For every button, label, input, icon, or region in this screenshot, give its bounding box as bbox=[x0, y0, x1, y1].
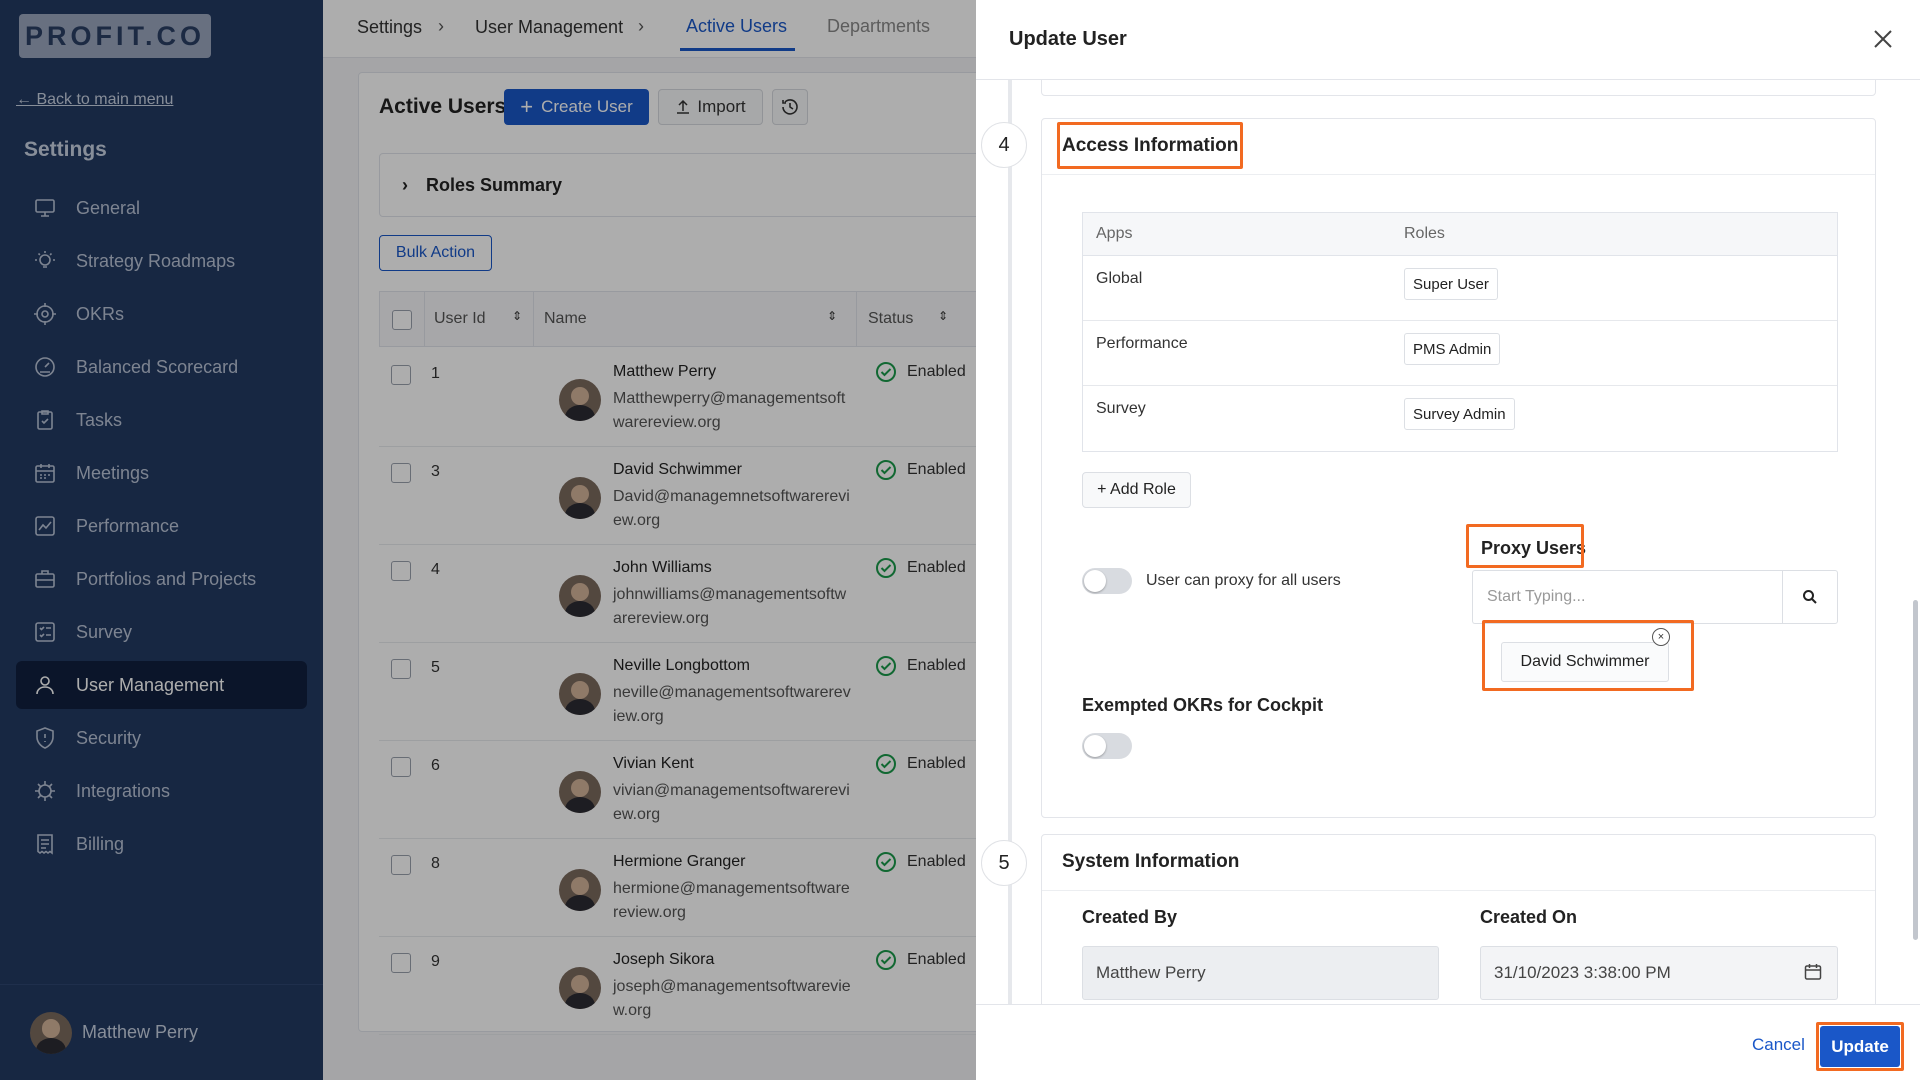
panel-scroll-area[interactable]: 4 Access Information Apps Roles Global S… bbox=[976, 80, 1920, 1004]
update-user-panel: Update User 4 Access Information Apps Ro… bbox=[976, 0, 1920, 1080]
section-header: System Information bbox=[1042, 835, 1875, 891]
modal-backdrop[interactable] bbox=[0, 0, 976, 1080]
column-roles: Roles bbox=[1404, 225, 1445, 242]
exempted-okrs-label: Exempted OKRs for Cockpit bbox=[1082, 695, 1324, 715]
table-row: Survey Survey Admin bbox=[1083, 386, 1837, 451]
previous-section bbox=[1041, 80, 1876, 96]
app-name: Performance bbox=[1096, 335, 1188, 352]
created-on-label: Created On bbox=[1480, 907, 1578, 927]
exempted-okrs-toggle[interactable] bbox=[1082, 733, 1132, 759]
highlight-box bbox=[1466, 524, 1584, 568]
cancel-button[interactable]: Cancel bbox=[1752, 1035, 1805, 1055]
role-chip[interactable]: Super User bbox=[1404, 268, 1498, 300]
app-name: Survey bbox=[1096, 400, 1146, 417]
panel-title: Update User bbox=[1009, 28, 1127, 50]
step-number: 5 bbox=[981, 840, 1027, 886]
roles-table-header: Apps Roles bbox=[1083, 213, 1837, 256]
highlight-box bbox=[1482, 620, 1694, 691]
add-role-button[interactable]: + Add Role bbox=[1082, 472, 1191, 508]
proxy-users-search-input[interactable] bbox=[1472, 570, 1782, 624]
section-title: System Information bbox=[1062, 851, 1240, 872]
panel-header: Update User bbox=[976, 0, 1920, 80]
created-on-value: 31/10/2023 3:38:00 PM bbox=[1494, 963, 1671, 982]
proxy-all-users-label: User can proxy for all users bbox=[1146, 572, 1341, 589]
created-on-field: 31/10/2023 3:38:00 PM bbox=[1480, 946, 1838, 1000]
table-row: Performance PMS Admin bbox=[1083, 321, 1837, 386]
calendar-icon[interactable] bbox=[1803, 962, 1823, 982]
role-chip[interactable]: PMS Admin bbox=[1404, 333, 1501, 365]
column-apps: Apps bbox=[1096, 225, 1133, 242]
proxy-search-button[interactable] bbox=[1782, 570, 1838, 624]
highlight-box bbox=[1816, 1022, 1904, 1071]
panel-scrollbar[interactable] bbox=[1913, 600, 1918, 940]
table-row: Global Super User bbox=[1083, 256, 1837, 321]
step-number: 4 bbox=[981, 122, 1027, 168]
search-icon bbox=[1803, 590, 1817, 604]
proxy-all-users-toggle[interactable] bbox=[1082, 568, 1132, 594]
highlight-box bbox=[1057, 122, 1243, 169]
panel-footer: Cancel Update bbox=[976, 1004, 1920, 1080]
created-by-label: Created By bbox=[1082, 907, 1178, 927]
access-information-section: Access Information Apps Roles Global Sup… bbox=[1041, 118, 1876, 818]
role-chip[interactable]: Survey Admin bbox=[1404, 398, 1515, 430]
created-by-field: Matthew Perry bbox=[1082, 946, 1439, 1000]
close-icon[interactable] bbox=[1870, 26, 1896, 52]
roles-table: Apps Roles Global Super User Performance… bbox=[1082, 212, 1838, 452]
system-information-section: System Information Created By Matthew Pe… bbox=[1041, 834, 1876, 1004]
app-name: Global bbox=[1096, 270, 1143, 287]
